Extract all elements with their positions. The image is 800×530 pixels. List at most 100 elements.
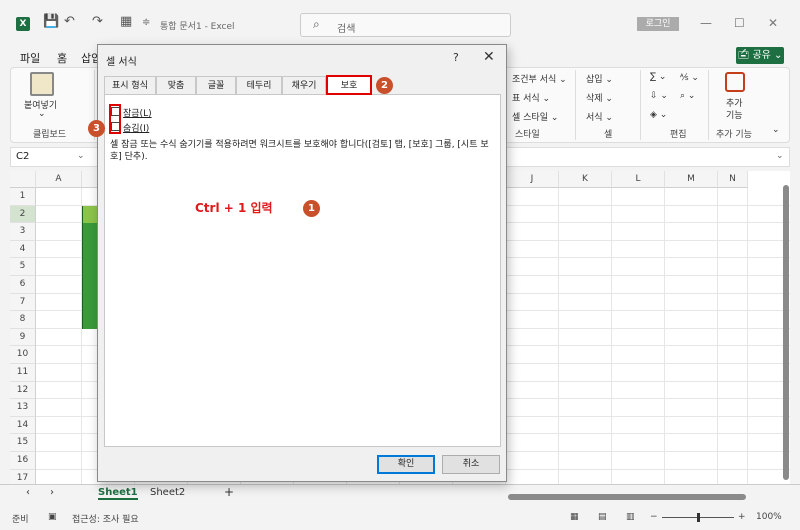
edit-group-label: 편집 xyxy=(670,130,687,140)
paste-dropdown-icon[interactable]: ⌄ xyxy=(38,109,46,119)
search-placeholder: 검색 xyxy=(337,24,356,35)
tab-font[interactable]: 글꼴 xyxy=(196,76,236,94)
step-badge-1: 1 xyxy=(303,200,320,217)
close-icon[interactable]: ✕ xyxy=(768,16,778,30)
prev-sheet-icon[interactable]: ‹ xyxy=(26,487,30,498)
grid-line xyxy=(558,188,559,484)
share-button[interactable]: 🖆 공유 ⌄ xyxy=(736,47,784,64)
sort-filter-button[interactable]: ⅍ ⌄ xyxy=(680,72,699,83)
cell-style-button[interactable]: 셀 스타일 ⌄ xyxy=(512,110,558,123)
tab-number-format[interactable]: 표시 형식 xyxy=(104,76,156,94)
normal-view-icon[interactable]: ▦ xyxy=(570,512,579,522)
find-select-button[interactable]: ⌕ ⌄ xyxy=(680,91,695,101)
row-header[interactable]: 7 xyxy=(10,293,36,312)
row-header[interactable]: 13 xyxy=(10,399,36,417)
step-badge-3: 3 xyxy=(88,120,105,137)
row-header[interactable]: 2 xyxy=(10,205,36,224)
fill-button[interactable]: ⇩ ⌄ xyxy=(650,91,668,101)
tab-sheet2[interactable]: Sheet2 xyxy=(150,487,185,498)
step-badge-2: 2 xyxy=(376,77,393,94)
ribbon-divider xyxy=(640,70,641,140)
conditional-format-button[interactable]: 조건부 서식 ⌄ xyxy=(512,72,567,85)
ok-button[interactable]: 확인 xyxy=(377,455,435,474)
addin-icon[interactable] xyxy=(725,72,745,92)
customize-qat-icon[interactable]: ≑ xyxy=(142,17,150,28)
table-format-button[interactable]: 표 서식 ⌄ xyxy=(512,91,550,104)
tab-border[interactable]: 테두리 xyxy=(236,76,282,94)
row-header[interactable]: 16 xyxy=(10,452,36,470)
save-icon[interactable]: 💾 xyxy=(43,14,59,29)
checkbox-highlight xyxy=(109,104,121,134)
row-header[interactable]: 11 xyxy=(10,364,36,382)
column-header[interactable]: M xyxy=(665,171,718,188)
grid-line xyxy=(717,188,718,484)
zoom-level[interactable]: 100% xyxy=(756,512,782,522)
row-header[interactable]: 14 xyxy=(10,416,36,435)
page-break-icon[interactable]: ▥ xyxy=(626,512,635,522)
row-header[interactable]: 12 xyxy=(10,381,36,400)
login-button[interactable]: 로그인 xyxy=(637,17,679,31)
status-ready: 준비 xyxy=(12,515,29,525)
hide-label[interactable]: 숨김(I) xyxy=(123,121,149,134)
tab-alignment[interactable]: 맞춤 xyxy=(156,76,196,94)
format-cells-button[interactable]: 서식 ⌄ xyxy=(586,110,613,123)
macro-icon[interactable]: ▣ xyxy=(48,512,57,522)
tab-protection[interactable]: 보호 xyxy=(326,75,372,95)
select-all-corner[interactable] xyxy=(10,171,36,188)
tab-sheet1[interactable]: Sheet1 xyxy=(98,487,138,500)
horizontal-scrollbar[interactable] xyxy=(508,494,746,500)
column-header[interactable]: A xyxy=(36,171,82,188)
name-box-dropdown-icon[interactable]: ⌄ xyxy=(77,151,85,161)
column-header[interactable]: J xyxy=(506,171,559,188)
maximize-icon[interactable]: ☐ xyxy=(734,16,745,30)
redo-icon[interactable]: ↷ xyxy=(92,14,103,29)
paste-icon[interactable] xyxy=(30,72,54,96)
tab-file[interactable]: 파일 xyxy=(20,50,40,66)
row-header[interactable]: 8 xyxy=(10,311,36,329)
tab-fill[interactable]: 채우기 xyxy=(282,76,326,94)
grid-line xyxy=(611,188,612,484)
accessibility-status[interactable]: 접근성: 조사 필요 xyxy=(72,512,139,525)
dialog-close-icon[interactable]: ✕ xyxy=(483,49,495,65)
search-box[interactable]: ⌕ 검색 xyxy=(300,13,511,37)
protection-description: 셀 잠금 또는 수식 숨기기를 적용하려면 워크시트를 보호해야 합니다([검토… xyxy=(110,140,489,162)
autosum-button[interactable]: ∑ ⌄ xyxy=(650,72,666,82)
cancel-button[interactable]: 취소 xyxy=(442,455,500,474)
insert-cells-button[interactable]: 삽입 ⌄ xyxy=(586,72,613,85)
help-icon[interactable]: ? xyxy=(453,51,459,64)
clear-button[interactable]: ◈ ⌄ xyxy=(650,110,667,120)
clipboard-group-label: 클립보드 xyxy=(33,130,67,140)
expand-formula-icon[interactable]: ⌄ xyxy=(776,151,784,161)
row-header[interactable]: 10 xyxy=(10,346,36,364)
column-header[interactable]: N xyxy=(718,171,748,188)
column-header[interactable]: L xyxy=(612,171,665,188)
next-sheet-icon[interactable]: › xyxy=(50,487,54,498)
row-header[interactable]: 17 xyxy=(10,469,36,484)
delete-cells-button[interactable]: 삭제 ⌄ xyxy=(586,91,613,104)
name-box[interactable]: C2 xyxy=(16,151,29,162)
zoom-out-icon[interactable]: − xyxy=(650,512,658,522)
row-header[interactable]: 5 xyxy=(10,258,36,276)
zoom-in-icon[interactable]: + xyxy=(738,512,746,522)
minimize-icon[interactable]: — xyxy=(700,16,712,30)
row-header[interactable]: 4 xyxy=(10,240,36,259)
lock-label[interactable]: 잠금(L) xyxy=(123,106,152,119)
dialog-title: 셀 서식 xyxy=(106,57,137,68)
collapse-ribbon-icon[interactable]: ⌄ xyxy=(772,125,780,135)
row-header[interactable]: 9 xyxy=(10,328,36,347)
row-header[interactable]: 1 xyxy=(10,188,36,206)
shortcut-hint: Ctrl + 1 입력 xyxy=(195,201,273,215)
vertical-scrollbar[interactable] xyxy=(783,185,789,480)
undo-icon[interactable]: ↶ xyxy=(64,14,75,29)
column-header[interactable]: K xyxy=(559,171,612,188)
quick-access-icon[interactable]: ▦ xyxy=(120,14,132,29)
search-icon: ⌕ xyxy=(313,17,320,31)
row-header[interactable]: 3 xyxy=(10,223,36,241)
page-layout-icon[interactable]: ▤ xyxy=(598,512,607,522)
row-header[interactable]: 15 xyxy=(10,434,36,452)
add-sheet-icon[interactable]: + xyxy=(224,485,234,499)
row-header[interactable]: 6 xyxy=(10,276,36,294)
addin-group-label: 추가 기능 xyxy=(716,130,752,140)
zoom-slider-thumb[interactable] xyxy=(697,513,700,522)
grid-line xyxy=(747,188,748,484)
